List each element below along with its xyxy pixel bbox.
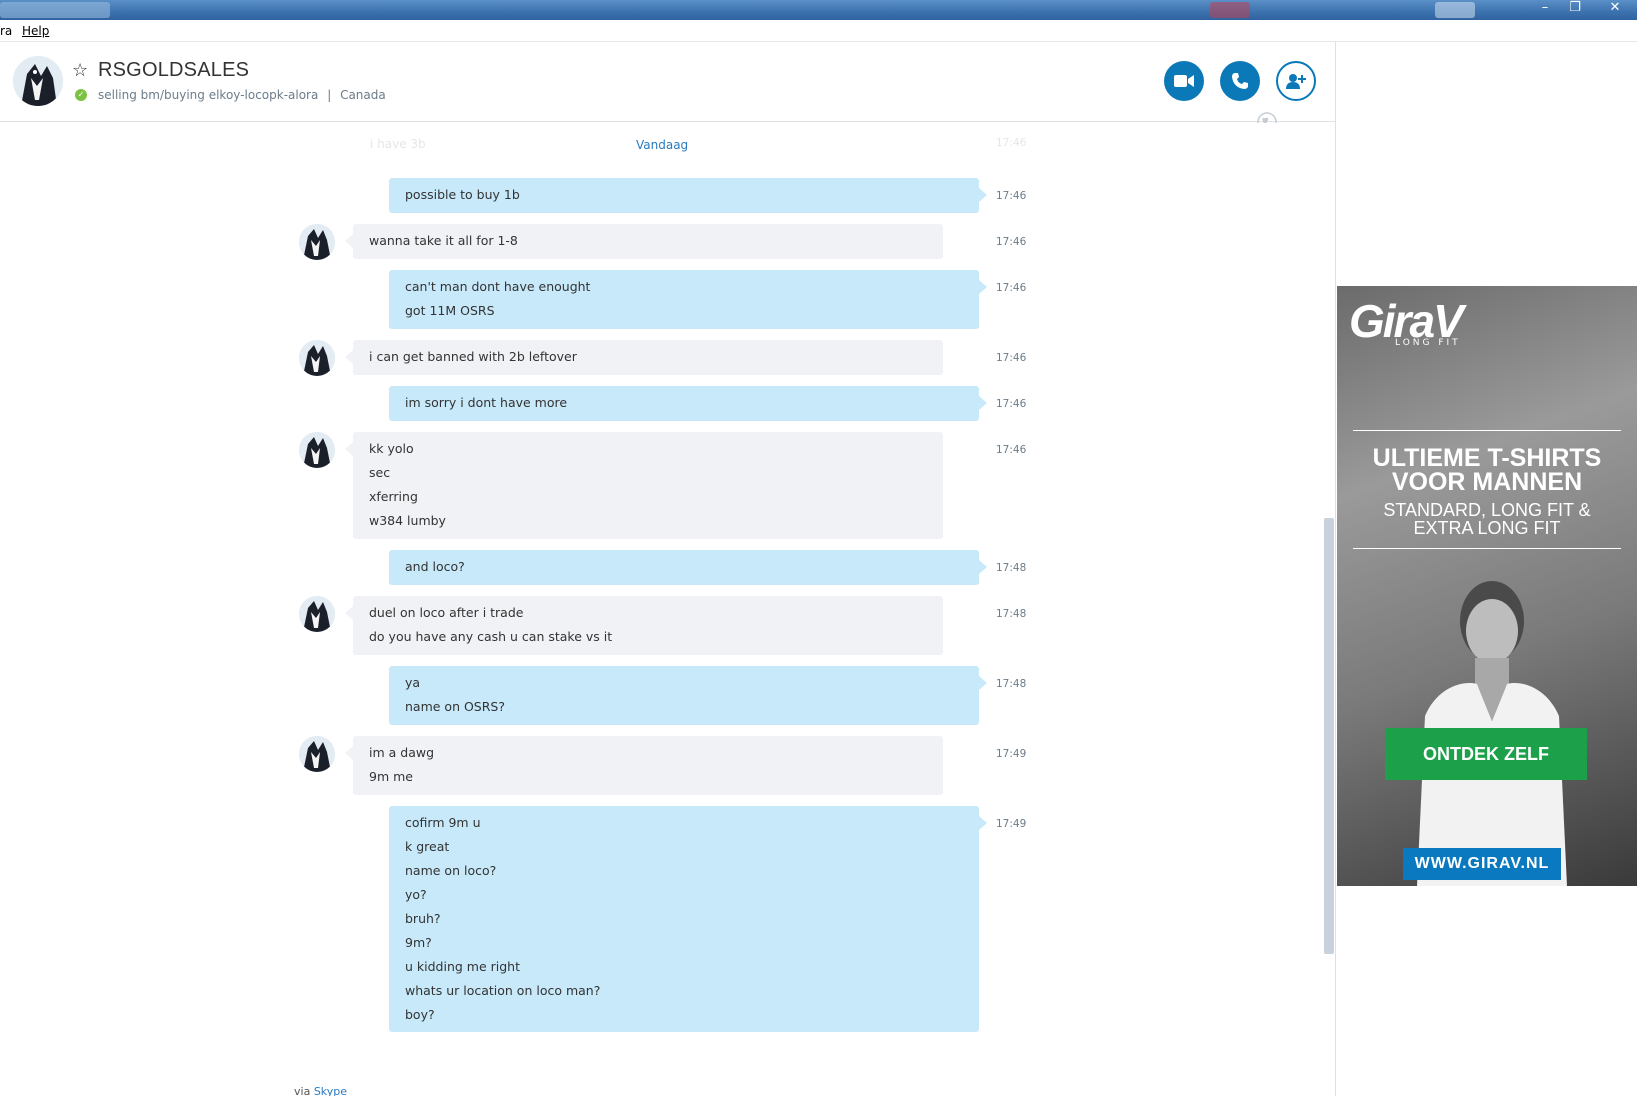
message-bubble-in[interactable]: i can get banned with 2b leftover (345, 340, 943, 375)
faded-message: i have 3b 17:46 (370, 137, 1027, 151)
add-person-icon (1286, 74, 1306, 89)
message-text: wanna take it all for 1-8 (369, 233, 518, 248)
message-text: can't man dont have enought (405, 279, 591, 294)
message-text: name on OSRS? (405, 699, 505, 714)
favorite-star-icon[interactable]: ☆ (72, 60, 88, 81)
conversation-header: ☆ RSGOLDSALES ✓ selling bm/buying elkoy-… (0, 42, 1335, 122)
skype-link[interactable]: Skype (314, 1085, 347, 1096)
audio-call-button[interactable] (1220, 61, 1260, 101)
message-avatar[interactable] (299, 224, 335, 260)
message-text: ya (405, 675, 421, 690)
contact-avatar[interactable] (13, 56, 63, 106)
message-text: name on loco? (405, 863, 497, 878)
message-text: im a dawg (369, 745, 435, 760)
message-avatar[interactable] (299, 736, 335, 772)
online-status-icon: ✓ (75, 89, 87, 101)
message-text: bruh? (405, 911, 441, 926)
message-bubble-out[interactable]: im sorry i dont have more (389, 386, 987, 421)
ad-subtitle-2: EXTRA LONG FIT (1413, 518, 1561, 538)
message-text: im sorry i dont have more (405, 395, 568, 410)
window-title-bar: – ❐ ✕ (0, 0, 1637, 20)
message-bubble-out[interactable]: possible to buy 1b (389, 178, 987, 213)
message-text: boy? (405, 1007, 435, 1022)
video-camera-icon (1174, 75, 1194, 87)
message-text: i can get banned with 2b leftover (369, 349, 577, 364)
restore-button[interactable]: ❐ (1560, 0, 1590, 18)
contact-mood: selling bm/buying elkoy-locopk-alora | C… (98, 88, 386, 102)
message-avatar[interactable] (299, 340, 335, 376)
ad-subtitle-1: STANDARD, LONG FIT & (1383, 500, 1591, 520)
message-time: 17:48 (996, 562, 1027, 574)
ad-url[interactable]: WWW.GIRAV.NL (1403, 848, 1561, 880)
advertisement-banner[interactable]: GiraV LONG FIT ULTIEME T-SHIRTS VOOR MAN… (1337, 286, 1637, 886)
via-prefix: via (294, 1085, 311, 1096)
message-bubble-in[interactable]: wanna take it all for 1-8 (345, 224, 943, 259)
message-text: do you have any cash u can stake vs it (369, 629, 613, 644)
message-time: 17:46 (996, 190, 1027, 202)
via-skype-footer: via Skype (294, 1085, 347, 1096)
message-time: 17:46 (996, 398, 1027, 410)
message-text: and loco? (405, 559, 465, 574)
message-avatar[interactable] (299, 432, 335, 468)
add-contact-button[interactable] (1276, 61, 1316, 101)
message-text: u kidding me right (405, 959, 520, 974)
message-text: w384 lumby (369, 513, 446, 528)
message-bubble-out[interactable]: can't man dont have enought got 11M OSRS (389, 270, 987, 329)
message-text: k great (405, 839, 450, 854)
message-bubble-out[interactable]: and loco? (389, 550, 987, 585)
message-text: whats ur location on loco man? (405, 983, 601, 998)
conversation-scrollbar[interactable] (1324, 518, 1334, 954)
message-time: 17:46 (996, 352, 1027, 364)
contact-name: RSGOLDSALES (98, 59, 250, 81)
message-time: 17:48 (996, 608, 1027, 620)
ad-divider (1353, 430, 1621, 431)
message-time: 17:49 (996, 748, 1027, 760)
phone-icon (1232, 73, 1248, 89)
menu-item-help[interactable]: Help (22, 24, 49, 38)
message-bubble-in[interactable]: duel on loco after i trade do you have a… (345, 596, 943, 655)
message-text: 9m me (369, 769, 413, 784)
message-text: possible to buy 1b (405, 187, 520, 202)
ad-divider (1353, 548, 1621, 549)
menu-bar: ra Help (0, 20, 1637, 42)
ad-tagline: LONG FIT (1395, 338, 1461, 348)
panel-divider (1335, 42, 1336, 1096)
conversation-area: i have 3b 17:46 Vandaag possible to buy … (0, 123, 1335, 1096)
message-bubble-in[interactable]: im a dawg 9m me (345, 736, 943, 795)
message-time: 17:46 (996, 282, 1027, 294)
message-time: 17:46 (996, 236, 1027, 248)
message-text: yo? (405, 887, 427, 902)
date-separator: Vandaag (636, 138, 689, 152)
message-text: sec (369, 465, 391, 480)
message-text: kk yolo (369, 441, 414, 456)
contact-location: Canada (340, 88, 386, 102)
video-call-button[interactable] (1164, 61, 1204, 101)
mood-separator: | (327, 88, 332, 102)
message-time: 17:48 (996, 678, 1027, 690)
message-text: got 11M OSRS (405, 303, 495, 318)
minimize-button[interactable]: – (1530, 0, 1560, 18)
ad-cta-button[interactable]: ONTDEK ZELF (1385, 728, 1587, 780)
message-text: 9m? (405, 935, 432, 950)
message-text: xferring (369, 489, 418, 504)
menu-item-partial[interactable]: ra (0, 24, 12, 38)
message-text: cofirm 9m u (405, 815, 481, 830)
message-bubble-out[interactable]: cofirm 9m u k great name on loco? yo? br… (389, 806, 987, 1032)
mood-text: selling bm/buying elkoy-locopk-alora (98, 88, 319, 102)
message-text: duel on loco after i trade (369, 605, 524, 620)
message-bubble-out[interactable]: ya name on OSRS? (389, 666, 987, 725)
message-bubble-in[interactable]: kk yolo sec xferring w384 lumby (345, 432, 943, 539)
close-button[interactable]: ✕ (1600, 0, 1630, 18)
message-avatar[interactable] (299, 596, 335, 632)
message-time: 17:49 (996, 818, 1027, 830)
message-time: 17:46 (996, 444, 1027, 456)
ad-headline-2: VOOR MANNEN (1391, 468, 1583, 496)
